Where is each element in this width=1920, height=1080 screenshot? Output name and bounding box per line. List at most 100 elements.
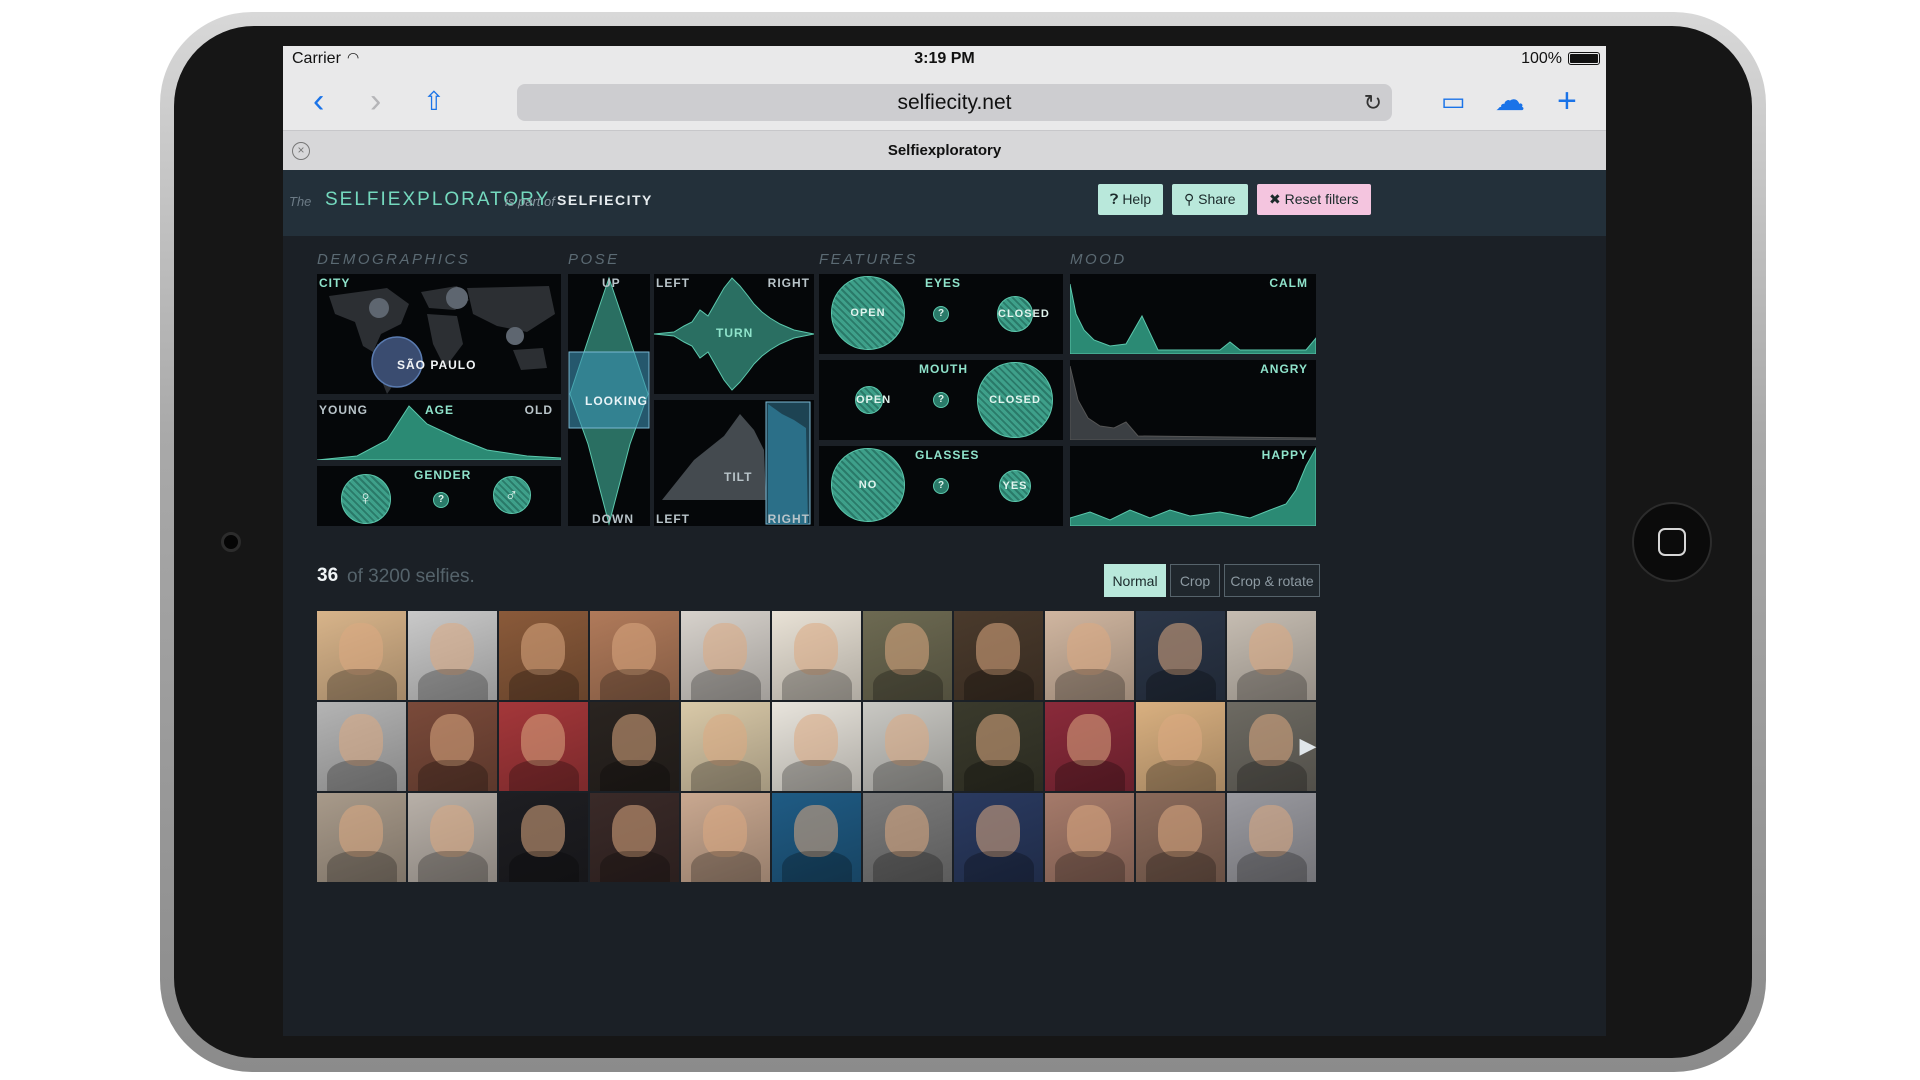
selfie-thumbnail[interactable] <box>681 793 770 882</box>
happy-label: HAPPY <box>1261 448 1308 462</box>
mode-normal-button[interactable]: Normal <box>1104 564 1166 597</box>
eyes-unknown[interactable]: ? <box>933 306 949 322</box>
glasses-no[interactable]: NO <box>831 448 905 522</box>
age-old: OLD <box>524 403 553 417</box>
gender-unknown[interactable]: ? <box>433 492 449 508</box>
turn-filter[interactable]: LEFT TURN RIGHT <box>654 274 814 394</box>
eyes-label: EYES <box>925 276 962 290</box>
calm-filter[interactable]: CALM <box>1070 274 1316 354</box>
looking-filter[interactable]: UP LOOKING DOWN <box>568 274 650 526</box>
glasses-yes[interactable]: YES <box>999 470 1031 502</box>
parent-site-link[interactable]: SELFIECITY <box>557 192 653 208</box>
selfie-thumbnail[interactable] <box>499 611 588 700</box>
share-button[interactable]: ⚲ Share <box>1172 184 1248 215</box>
home-square-icon <box>1658 528 1686 556</box>
selfie-thumbnail[interactable] <box>317 611 406 700</box>
category-demographics: DEMOGRAPHICS <box>317 251 471 268</box>
cloud-tabs-icon[interactable]: ☁ <box>1495 82 1525 120</box>
reload-icon[interactable]: ↻ <box>1364 84 1382 121</box>
eyes-open[interactable]: OPEN <box>831 276 905 350</box>
selfie-thumbnail[interactable] <box>408 702 497 791</box>
address-bar[interactable]: selfiecity.net ↻ <box>517 84 1392 121</box>
happy-filter[interactable]: HAPPY <box>1070 446 1316 526</box>
selfie-thumbnail[interactable] <box>499 702 588 791</box>
mode-crop-button[interactable]: Crop <box>1170 564 1220 597</box>
share-sheet-icon[interactable]: ⇧ <box>423 82 445 120</box>
selfie-thumbnail[interactable] <box>681 611 770 700</box>
age-filter[interactable]: YOUNG AGE OLD <box>317 400 561 460</box>
glasses-yes-label: YES <box>1002 480 1028 492</box>
selfie-thumbnail[interactable] <box>1227 793 1316 882</box>
selfie-thumbnail[interactable] <box>317 702 406 791</box>
tab-title[interactable]: Selfiexploratory <box>283 142 1606 159</box>
new-tab-icon[interactable]: + <box>1557 82 1577 120</box>
tilt-filter[interactable]: TILT LEFT RIGHT <box>654 400 814 526</box>
selfie-thumbnail[interactable] <box>863 702 952 791</box>
clock: 3:19 PM <box>914 50 975 67</box>
selfie-thumbnail[interactable] <box>863 611 952 700</box>
eyes-closed-label: CLOSED <box>998 308 1050 320</box>
mouth-unknown[interactable]: ? <box>933 392 949 408</box>
selfie-thumbnail[interactable] <box>954 611 1043 700</box>
selfie-thumbnail[interactable] <box>590 611 679 700</box>
eyes-open-label: OPEN <box>850 307 886 319</box>
help-button[interactable]: ❓︎ Help <box>1098 184 1164 215</box>
calm-label: CALM <box>1269 276 1308 290</box>
selfie-thumbnail[interactable] <box>499 793 588 882</box>
selfie-thumbnail[interactable] <box>1136 793 1225 882</box>
mouth-open[interactable]: OPEN <box>855 386 890 414</box>
selfie-thumbnail[interactable] <box>1136 611 1225 700</box>
selfie-thumbnail[interactable] <box>772 611 861 700</box>
selfie-thumbnail[interactable] <box>863 793 952 882</box>
close-icon: ✖ <box>1269 191 1285 207</box>
selfie-thumbnail[interactable] <box>408 611 497 700</box>
link-icon: ⚲ <box>1184 191 1199 207</box>
glasses-filter[interactable]: GLASSES NO ? YES <box>819 446 1063 526</box>
reset-label: Reset filters <box>1284 191 1359 207</box>
selfie-thumbnail[interactable] <box>681 702 770 791</box>
glasses-label: GLASSES <box>915 448 980 462</box>
selfie-thumbnail[interactable] <box>954 793 1043 882</box>
result-count: 36 <box>317 565 339 586</box>
selfie-thumbnail[interactable] <box>590 702 679 791</box>
header-the: The <box>289 194 312 209</box>
eyes-closed[interactable]: CLOSED <box>997 296 1050 332</box>
reset-filters-button[interactable]: ✖ Reset filters <box>1257 184 1371 215</box>
tab-bar: × Selfiexploratory <box>283 130 1606 170</box>
screen: Carrier ◠ 3:19 PM 100% ‹ › ⇧ selfiecity.… <box>283 46 1606 1036</box>
selfie-thumbnail[interactable] <box>1045 793 1134 882</box>
result-total: of 3200 selfies. <box>347 566 475 587</box>
selfie-thumbnail[interactable] <box>772 793 861 882</box>
selfie-thumbnail[interactable] <box>772 702 861 791</box>
selfie-thumbnail[interactable] <box>590 793 679 882</box>
selfie-thumbnail[interactable] <box>1045 702 1134 791</box>
selfie-thumbnail[interactable] <box>317 793 406 882</box>
turn-left: LEFT <box>656 276 690 290</box>
mouth-label: MOUTH <box>919 362 968 376</box>
gender-filter[interactable]: GENDER ♀ ? ♂ <box>317 466 561 526</box>
selfie-thumbnail[interactable] <box>1136 702 1225 791</box>
mouth-filter[interactable]: MOUTH OPEN ? CLOSED <box>819 360 1063 440</box>
category-features: FEATURES <box>819 251 918 268</box>
female-icon: ♀ <box>358 487 374 510</box>
female-circle[interactable]: ♀ <box>341 474 391 524</box>
selfie-thumbnail[interactable] <box>1227 611 1316 700</box>
eyes-filter[interactable]: EYES OPEN ? CLOSED <box>819 274 1063 354</box>
city-filter[interactable]: CITY SÃO PAULO <box>317 274 561 394</box>
mouth-closed[interactable]: CLOSED <box>977 362 1053 438</box>
selfie-thumbnail[interactable] <box>1045 611 1134 700</box>
selfie-thumbnail[interactable] <box>954 702 1043 791</box>
angry-filter[interactable]: ANGRY <box>1070 360 1316 440</box>
male-circle[interactable]: ♂ <box>493 476 531 514</box>
browser-toolbar: ‹ › ⇧ selfiecity.net ↻ ▭ ☁ + <box>283 72 1606 130</box>
bookmarks-icon[interactable]: ▭ <box>1441 82 1466 120</box>
selfie-thumbnail[interactable] <box>408 793 497 882</box>
next-page-icon[interactable]: ▶ <box>1294 701 1322 791</box>
male-icon: ♂ <box>504 484 520 505</box>
back-icon[interactable]: ‹ <box>313 82 324 120</box>
mouth-closed-label: CLOSED <box>989 394 1041 406</box>
tilt-left: LEFT <box>656 512 690 526</box>
glasses-unknown[interactable]: ? <box>933 478 949 494</box>
forward-icon[interactable]: › <box>370 82 381 120</box>
mode-crop-rotate-button[interactable]: Crop & rotate <box>1224 564 1320 597</box>
